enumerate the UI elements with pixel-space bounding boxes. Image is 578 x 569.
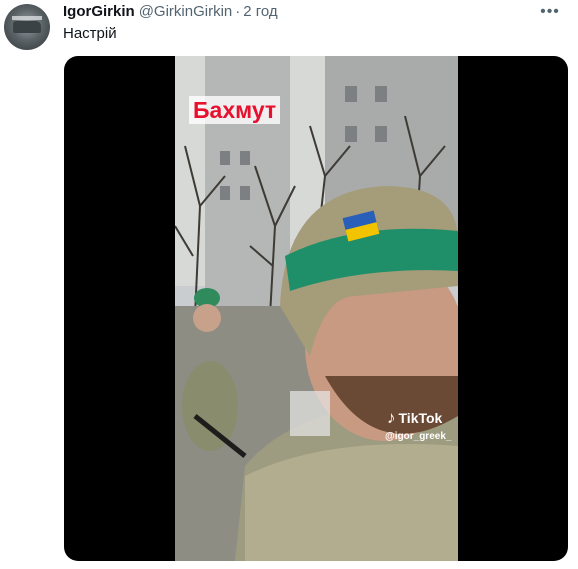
- tiktok-watermark: ♪ TikTok: [387, 408, 442, 428]
- separator-dot: ·: [235, 3, 241, 20]
- tweet-media[interactable]: Бахмут ♪ TikTok @igor_greek_: [64, 56, 568, 561]
- tweet-header: IgorGirkin @GirkinGirkin · 2 год: [63, 3, 278, 21]
- author-name[interactable]: IgorGirkin: [63, 3, 135, 20]
- avatar-banner: [12, 16, 42, 20]
- author-handle[interactable]: @GirkinGirkin: [139, 3, 233, 20]
- more-options-icon[interactable]: •••: [538, 2, 562, 22]
- tiktok-note-icon: ♪: [387, 408, 396, 427]
- tiktok-username: @igor_greek_: [385, 431, 452, 442]
- video-still-image: [175, 56, 458, 561]
- avatar-vehicle-image: [13, 21, 41, 33]
- author-avatar[interactable]: [4, 4, 50, 50]
- tweet-text: Настрій: [63, 25, 117, 42]
- video-frame[interactable]: Бахмут ♪ TikTok @igor_greek_: [175, 56, 458, 561]
- location-overlay-title: Бахмут: [189, 96, 281, 124]
- tweet-timestamp[interactable]: 2 год: [243, 3, 277, 20]
- tiktok-brand: TikTok: [398, 410, 443, 426]
